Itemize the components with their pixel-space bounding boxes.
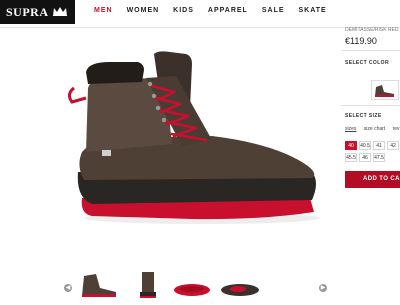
main-nav: MEN WOMEN KIDS APPAREL SALE SKATE bbox=[94, 7, 341, 14]
size-chart-link[interactable]: size chart bbox=[364, 126, 385, 132]
sizes-link[interactable]: sizes bbox=[345, 126, 356, 132]
size-option[interactable]: 40 bbox=[345, 141, 357, 150]
nav-item-sale[interactable]: SALE bbox=[262, 7, 285, 14]
chevron-right-icon[interactable]: ▶ bbox=[319, 284, 327, 292]
thumbnail-strip: ◀ ▶ bbox=[0, 262, 340, 304]
size-option[interactable]: 41 bbox=[373, 141, 385, 150]
nav-item-men[interactable]: MEN bbox=[94, 7, 113, 14]
nav-item-apparel[interactable]: APPAREL bbox=[208, 7, 248, 14]
product-main-image[interactable] bbox=[62, 48, 324, 228]
add-to-cart-button[interactable]: ADD TO CART bbox=[345, 171, 400, 188]
select-size-label: SELECT SIZE bbox=[345, 113, 382, 119]
size-option[interactable]: 42 bbox=[387, 141, 399, 150]
thumbnail-sole-view[interactable] bbox=[170, 268, 214, 300]
size-option[interactable]: 45.5 bbox=[345, 153, 357, 162]
top-navigation-bar: SUPRA MEN WOMEN KIDS APPAREL SALE SKATE bbox=[0, 0, 400, 28]
nav-item-kids[interactable]: KIDS bbox=[173, 7, 194, 14]
rev-link[interactable]: rev bbox=[393, 126, 400, 132]
product-name: DEMITASSE/RISK RED bbox=[345, 27, 399, 33]
size-option[interactable]: 47.5 bbox=[373, 153, 385, 162]
logo-text: SUPRA bbox=[6, 4, 49, 19]
chevron-left-icon[interactable]: ◀ bbox=[64, 284, 72, 292]
size-option[interactable]: 40.5 bbox=[359, 141, 371, 150]
thumbnail-side-view[interactable] bbox=[76, 268, 120, 300]
supra-logo[interactable]: SUPRA bbox=[0, 0, 75, 24]
divider bbox=[341, 105, 400, 106]
thumbnail-front-view[interactable] bbox=[126, 268, 170, 300]
divider bbox=[341, 50, 400, 51]
color-swatch[interactable] bbox=[371, 80, 399, 100]
thumbnail-top-view[interactable] bbox=[218, 268, 262, 300]
crown-icon bbox=[52, 3, 67, 21]
nav-item-skate[interactable]: SKATE bbox=[299, 7, 327, 14]
product-price: €119.90 bbox=[345, 36, 377, 46]
size-links: sizes size chart rev bbox=[345, 126, 400, 132]
product-details-panel: DEMITASSE/RISK RED €119.90 SELECT COLOR … bbox=[341, 27, 400, 304]
nav-item-women[interactable]: WOMEN bbox=[127, 7, 160, 14]
select-color-label: SELECT COLOR bbox=[345, 60, 389, 66]
size-option[interactable]: 46 bbox=[359, 153, 371, 162]
